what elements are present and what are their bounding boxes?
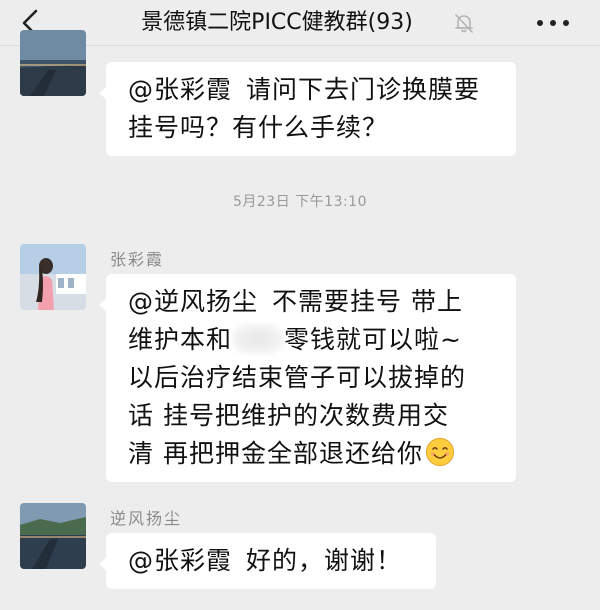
message-bubble[interactable]: @张彩霞 好的，谢谢！ <box>99 533 436 589</box>
chat-window: 景德镇二院PICC健教群(93) @张彩霞 请问下去门诊换膜要 挂号吗？有什么手… <box>0 0 600 610</box>
sender-name: 逆风扬尘 <box>110 509 183 528</box>
mention[interactable]: @逆风扬尘 <box>128 287 258 316</box>
bell-muted-icon <box>452 11 476 35</box>
avatar-nifengyangchen[interactable] <box>20 503 86 569</box>
message-text: 请问下去门诊换膜要 <box>246 75 481 104</box>
smile-emoji-icon <box>425 437 455 467</box>
message-line: @逆风扬尘 不需要挂号 带上 <box>128 283 502 321</box>
chat-title: 景德镇二院PICC健教群(93) <box>141 10 413 35</box>
sender-name: 张彩霞 <box>110 250 165 269</box>
message-bubble[interactable]: @张彩霞 请问下去门诊换膜要 挂号吗？有什么手续？ <box>99 62 516 156</box>
avatar-nifengyangchen[interactable] <box>20 30 86 96</box>
message-line: 清 再把押金全部退还给你 <box>128 435 502 473</box>
message-line: @张彩霞 好的，谢谢！ <box>128 542 422 580</box>
more-dots-icon <box>537 20 569 26</box>
message-line: 以后治疗结束管子可以拔掉的 <box>128 363 467 392</box>
mention[interactable]: @张彩霞 <box>128 75 232 104</box>
redacted-blur <box>232 324 285 354</box>
timestamp: 5月23日 下午13:10 <box>232 194 368 210</box>
chat-header: 景德镇二院PICC健教群(93) <box>0 0 600 46</box>
message-text: 不需要挂号 带上 <box>272 287 463 316</box>
message-line: @张彩霞 请问下去门诊换膜要 <box>128 71 502 109</box>
message-line: 挂号吗？有什么手续？ <box>128 113 389 142</box>
message-text: 零钱就可以啦~ <box>284 325 462 354</box>
message-line: 话 挂号把维护的次数费用交 <box>128 401 449 430</box>
more-options-button[interactable] <box>534 10 572 36</box>
mention[interactable]: @张彩霞 <box>128 546 232 575</box>
message-bubble[interactable]: @逆风扬尘 不需要挂号 带上 维护本和 零钱就可以啦~ 以后治疗结束管子可以拔掉的 … <box>99 274 516 482</box>
message-text: 维护本和 <box>128 325 233 354</box>
avatar-zhangcaixia[interactable] <box>20 244 86 310</box>
message-text: 好的，谢谢！ <box>246 546 403 575</box>
message-text: 清 再把押金全部退还给你 <box>128 439 423 468</box>
message-line: 维护本和 零钱就可以啦~ <box>128 321 502 359</box>
